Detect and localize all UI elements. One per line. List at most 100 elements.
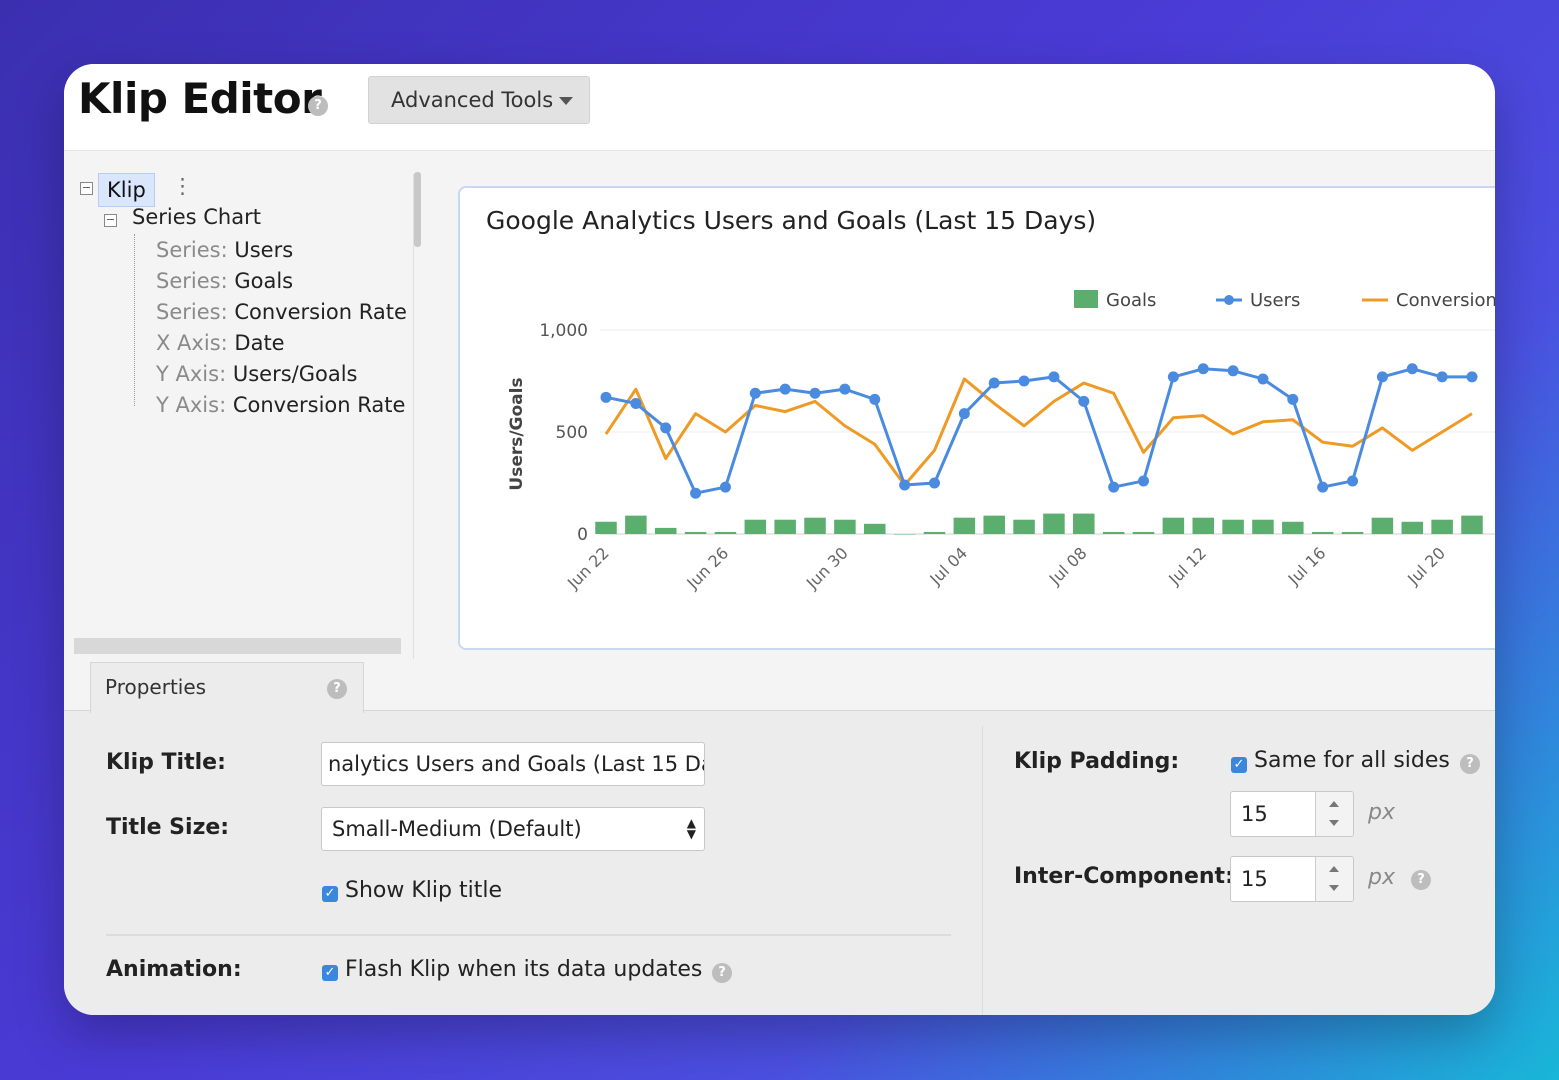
- goals-bar: [923, 531, 946, 534]
- inter-component-label: Inter-Component:: [1014, 864, 1234, 889]
- tab-properties[interactable]: Properties ?: [90, 662, 364, 713]
- tree-vertical-scrollbar[interactable]: [414, 172, 421, 247]
- users-point: [988, 377, 1000, 389]
- x-tick-label: Jul 08: [1045, 543, 1091, 589]
- tree-item-series-users[interactable]: Series: Users: [156, 238, 293, 262]
- tree-connector: [134, 234, 135, 406]
- users-point: [660, 422, 672, 434]
- goals-bar: [1401, 521, 1424, 534]
- goals-bar: [864, 523, 886, 534]
- tree-item-y-axis-users-goals[interactable]: Y Axis: Users/Goals: [156, 362, 358, 386]
- stepper-down-icon[interactable]: [1329, 820, 1339, 826]
- x-tick-label: Jul 16: [1284, 543, 1330, 589]
- tree-item-series-goals[interactable]: Series: Goals: [156, 269, 293, 293]
- users-point: [1347, 475, 1359, 487]
- legend-goals-swatch: [1074, 290, 1098, 308]
- advanced-tools-button[interactable]: Advanced Tools: [368, 76, 590, 124]
- x-tick-label: Jul 12: [1164, 543, 1210, 589]
- klip-title-input[interactable]: nalytics Users and Goals (Last 15 Day: [321, 742, 705, 786]
- more-options-icon[interactable]: ⋮: [172, 174, 193, 198]
- users-point: [899, 479, 911, 491]
- title-size-select[interactable]: Small-Medium (Default) ▲ ▼: [321, 807, 705, 851]
- users-point: [630, 397, 642, 409]
- tree-node-series-chart[interactable]: Series Chart: [132, 205, 261, 229]
- tree-node-klip-label: Klip: [107, 178, 146, 202]
- users-point: [779, 383, 791, 395]
- users-point: [690, 487, 702, 499]
- chevron-down-icon: [559, 97, 573, 105]
- padding-input[interactable]: 15: [1230, 791, 1354, 837]
- users-point: [1436, 371, 1448, 383]
- same-sides-checkbox[interactable]: ✓: [1231, 757, 1247, 773]
- stepper-down-icon[interactable]: [1329, 885, 1339, 891]
- y-axis-label: Users/Goals: [507, 377, 527, 490]
- goals-bar: [834, 519, 856, 534]
- goals-bar: [1222, 519, 1244, 534]
- flash-checkbox[interactable]: ✓: [322, 965, 338, 981]
- tree-item-value: Date: [234, 331, 285, 355]
- goals-bar: [893, 534, 916, 535]
- inter-component-stepper[interactable]: [1315, 857, 1353, 901]
- tree-item-key: Y Axis:: [156, 393, 227, 417]
- help-icon[interactable]: ?: [712, 963, 732, 983]
- tree-node-klip[interactable]: Klip: [98, 173, 155, 207]
- stepper-up-icon[interactable]: [1329, 866, 1339, 872]
- users-point: [1406, 363, 1418, 375]
- help-icon[interactable]: ?: [1460, 754, 1480, 774]
- users-point: [1257, 373, 1269, 385]
- stepper-up-icon[interactable]: [1329, 801, 1339, 807]
- tree-item-value: Conversion Rate: [234, 300, 407, 324]
- users-point: [600, 391, 612, 403]
- tree-item-value: Users/Goals: [232, 362, 358, 386]
- y-tick-label: 1,000: [539, 321, 588, 341]
- goals-bar: [1311, 531, 1334, 534]
- users-point: [839, 383, 851, 395]
- legend-users-marker: [1224, 295, 1234, 305]
- goals-bar: [744, 519, 767, 534]
- x-tick-label: Jun 26: [682, 543, 732, 593]
- users-point: [1078, 395, 1090, 407]
- klip-editor-window: Klip Editor ? Advanced Tools − Klip ⋮ − …: [64, 64, 1495, 1015]
- tab-properties-label: Properties: [105, 675, 207, 699]
- help-icon[interactable]: ?: [327, 679, 347, 699]
- goals-bar: [1371, 517, 1394, 534]
- tree-item-value: Conversion Rate: [232, 393, 406, 417]
- flash-label: Flash Klip when its data updates: [345, 957, 703, 982]
- tree-divider: [413, 174, 414, 659]
- inter-component-value: 15: [1241, 867, 1268, 891]
- series-chart: 1,000 500 0 Users/Goals Jun 22 Jun 26 Jun 30 Ju…: [507, 290, 1495, 593]
- users-point: [958, 408, 970, 420]
- goals-bar: [1252, 519, 1274, 534]
- tree-item-x-axis-date[interactable]: X Axis: Date: [156, 331, 285, 355]
- users-point: [1287, 393, 1299, 405]
- title-size-label: Title Size:: [106, 815, 230, 840]
- help-icon[interactable]: ?: [308, 96, 328, 116]
- users-point: [1048, 371, 1060, 383]
- users-point: [1018, 375, 1030, 387]
- users-point: [1138, 475, 1150, 487]
- users-point: [1197, 363, 1209, 375]
- x-tick-label: Jul 04: [925, 543, 971, 589]
- tree-item-value: Users: [234, 238, 294, 262]
- padding-stepper[interactable]: [1315, 792, 1353, 836]
- page-title: Klip Editor: [78, 74, 322, 123]
- goals-bar: [1341, 531, 1364, 534]
- users-point: [749, 387, 761, 399]
- users-point: [1227, 365, 1239, 377]
- y-tick-label: 500: [556, 423, 588, 443]
- help-icon[interactable]: ?: [1411, 870, 1431, 890]
- users-point: [1376, 371, 1388, 383]
- show-title-label: Show Klip title: [345, 878, 502, 903]
- collapse-icon[interactable]: −: [80, 182, 93, 195]
- tree-item-y-axis-conversion-rate[interactable]: Y Axis: Conversion Rate: [156, 393, 405, 417]
- inter-component-input[interactable]: 15: [1230, 856, 1354, 902]
- padding-value: 15: [1241, 802, 1268, 826]
- collapse-icon[interactable]: −: [104, 214, 117, 227]
- column-divider: [982, 726, 983, 1015]
- legend-conversion-label: Conversion: [1396, 290, 1495, 311]
- tree-horizontal-scrollbar[interactable]: [74, 638, 401, 654]
- y-tick-label: 0: [577, 525, 588, 545]
- show-title-checkbox[interactable]: ✓: [322, 886, 338, 902]
- tree-item-series-conversion-rate[interactable]: Series: Conversion Rate: [156, 300, 407, 324]
- goals-bar: [983, 515, 1005, 534]
